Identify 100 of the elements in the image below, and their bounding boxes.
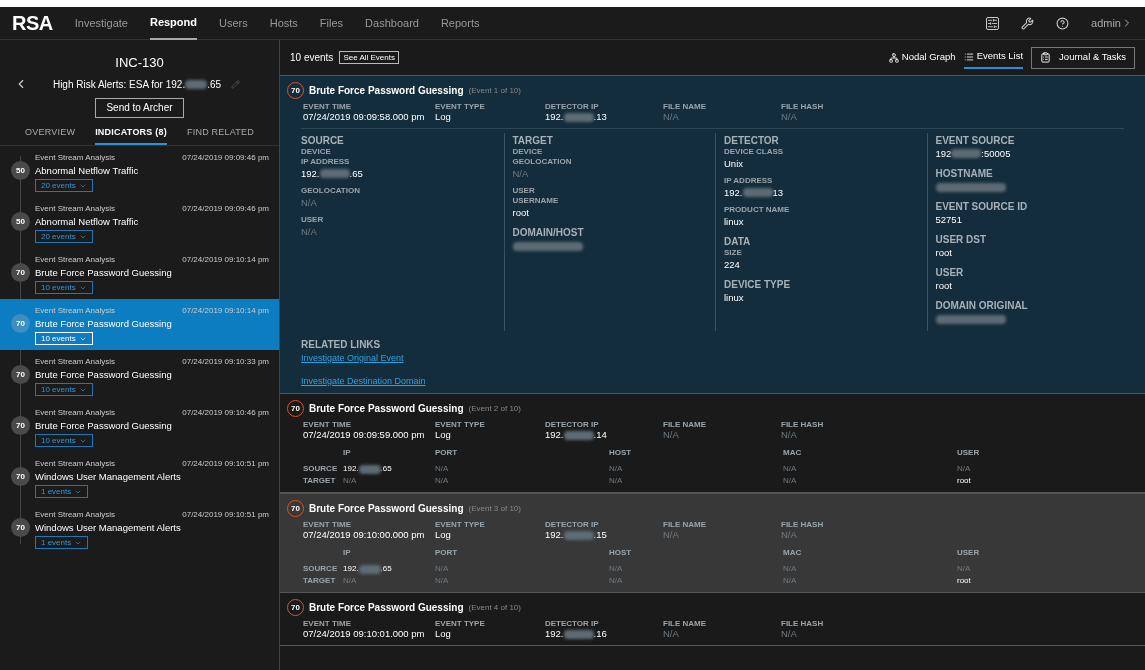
column-header: MAC: [783, 547, 803, 559]
row-label: TARGET: [303, 575, 337, 587]
events-dropdown[interactable]: 20 events: [35, 230, 93, 244]
nav-tab[interactable]: Hosts: [269, 6, 298, 40]
score-badge: 70: [11, 518, 30, 537]
see-all-events-button[interactable]: See All Events: [339, 51, 399, 64]
redacted-blur: [951, 149, 982, 158]
related-link[interactable]: Investigate Original Event: [301, 352, 404, 366]
ip-prefix: 192.: [545, 628, 564, 640]
events-dropdown[interactable]: 20 events: [35, 179, 93, 193]
field-value: N/A: [435, 575, 450, 587]
view-tab[interactable]: Events List: [963, 46, 1024, 69]
indicator-name: Windows User Management Alerts: [35, 521, 182, 535]
event-position: (Event 3 of 10): [468, 502, 521, 515]
nav-tab[interactable]: Reports: [440, 6, 480, 40]
related-link[interactable]: Investigate Destination Domain: [301, 374, 426, 388]
redacted-blur: [563, 112, 594, 122]
indicator-item[interactable]: 50 Event Stream Analysis 07/24/2019 09:09:46 pm Abnormal Netflow Traffic 20 events: [0, 197, 279, 248]
field-label: FILE NAME: [663, 420, 708, 429]
section-heading: USER DST: [935, 234, 988, 246]
panel-tab[interactable]: OVERVIEW: [25, 122, 76, 145]
indicator-time: 07/24/2019 09:10:51 pm: [182, 509, 269, 521]
column-header: IP: [343, 447, 352, 459]
score-badge: 70: [11, 416, 30, 435]
journal-button[interactable]: Journal & Tasks: [1031, 46, 1135, 69]
indicator-source: Event Stream Analysis: [35, 509, 116, 521]
redacted-blur: [563, 430, 594, 440]
nav-tab[interactable]: Users: [219, 6, 248, 40]
field-value: N/A: [609, 575, 624, 587]
panel-tab[interactable]: FIND RELATED: [186, 122, 254, 145]
field-value: N/A: [435, 463, 450, 475]
field-value: N/A: [783, 563, 798, 575]
events-dropdown[interactable]: 10 events: [35, 332, 93, 346]
section-heading: DEVICE TYPE: [724, 279, 792, 291]
user-menu[interactable]: admin: [1091, 14, 1133, 32]
redacted-blur: [185, 79, 208, 89]
section-heading: HOSTNAME: [935, 168, 994, 180]
column-header: HOST: [609, 447, 633, 459]
field-label: DETECTOR IP: [545, 520, 600, 529]
indicator-source: Event Stream Analysis: [35, 305, 116, 317]
indicator-item[interactable]: 70 Event Stream Analysis 07/24/2019 09:10:14 pm Brute Force Password Guessing 10 events: [0, 248, 279, 299]
field-label: EVENT TIME: [303, 619, 352, 628]
send-to-archer-button[interactable]: Send to Archer: [95, 97, 184, 118]
event-card[interactable]: [280, 75, 1145, 394]
ip-prefix: 192.: [343, 563, 359, 575]
ip-suffix: .16: [593, 628, 607, 640]
indicator-name: Abnormal Netflow Traffic: [35, 215, 140, 229]
help-icon[interactable]: [1056, 16, 1070, 30]
panel-tab[interactable]: INDICATORS (8): [95, 122, 167, 145]
field-label: IP ADDRESS: [724, 176, 774, 186]
field-label: DEVICE: [301, 147, 332, 157]
indicator-item[interactable]: 70 Event Stream Analysis 07/24/2019 09:10:46 pm Brute Force Password Guessing 10 events: [0, 401, 279, 452]
field-label: USER: [301, 215, 325, 225]
indicator-time: 07/24/2019 09:09:46 pm: [182, 152, 269, 164]
incident-id: INC-130: [114, 54, 165, 72]
column-header: USER: [957, 447, 981, 459]
indicator-item[interactable]: 70 Event Stream Analysis 07/24/2019 09:10:51 pm Windows User Management Alerts 1 events: [0, 503, 279, 554]
ip-prefix: 192: [935, 147, 952, 160]
field-value: 07/24/2019 09:09:59.000 pm: [303, 429, 426, 441]
events-dropdown[interactable]: 10 events: [35, 281, 93, 295]
nav-tab[interactable]: Dashboard: [365, 6, 419, 40]
view-tab[interactable]: Nodal Graph: [888, 46, 956, 69]
indicator-item[interactable]: 50 Event Stream Analysis 07/24/2019 09:09:46 pm Abnormal Netflow Traffic 20 events: [0, 146, 279, 197]
field-value: N/A: [781, 628, 798, 640]
ip-prefix: 192.: [343, 463, 359, 475]
event-card[interactable]: [280, 493, 1145, 593]
events-dropdown[interactable]: 1 events: [35, 485, 89, 499]
row-label: SOURCE: [303, 463, 339, 475]
indicator-source: Event Stream Analysis: [35, 203, 116, 215]
indicator-item[interactable]: 70 Event Stream Analysis 07/24/2019 09:10:14 pm Brute Force Password Guessing 10 events: [0, 299, 279, 350]
settings-icon[interactable]: [986, 16, 1000, 30]
field-value: Log: [435, 111, 452, 123]
section-heading: EVENT SOURCE: [935, 135, 1016, 147]
field-label: EVENT TYPE: [435, 102, 486, 111]
column-header: IP: [343, 547, 352, 559]
field-value: 07/24/2019 09:10:01.000 pm: [303, 628, 426, 640]
indicator-item[interactable]: 70 Event Stream Analysis 07/24/2019 09:10:33 pm Brute Force Password Guessing 10 events: [0, 350, 279, 401]
events-dropdown[interactable]: 1 events: [35, 536, 89, 550]
indicator-time: 07/24/2019 09:10:33 pm: [182, 356, 269, 368]
tools-icon[interactable]: [1021, 16, 1035, 30]
nav-tab[interactable]: Files: [319, 6, 344, 40]
nav-tab[interactable]: Investigate: [74, 6, 128, 40]
redacted-blur: [563, 530, 594, 540]
events-dropdown[interactable]: 10 events: [35, 434, 93, 448]
ip-suffix: 13: [772, 186, 784, 199]
field-value: N/A: [663, 628, 680, 640]
ip-prefix: 192.: [545, 111, 564, 123]
section-heading: USER: [935, 267, 965, 279]
events-dropdown[interactable]: 10 events: [35, 383, 93, 397]
score-badge: 70: [11, 263, 30, 282]
field-label: DETECTOR IP: [545, 619, 600, 628]
ip-prefix: 192.: [545, 429, 564, 441]
field-value: N/A: [609, 563, 624, 575]
field-label: USER: [512, 186, 536, 196]
field-value: N/A: [663, 429, 680, 441]
field-value: root: [512, 206, 530, 219]
event-position: (Event 2 of 10): [468, 402, 521, 415]
section-heading: TARGET: [512, 135, 554, 147]
indicator-item[interactable]: 70 Event Stream Analysis 07/24/2019 09:10:51 pm Windows User Management Alerts 1 events: [0, 452, 279, 503]
section-heading: RELATED LINKS: [301, 338, 381, 352]
